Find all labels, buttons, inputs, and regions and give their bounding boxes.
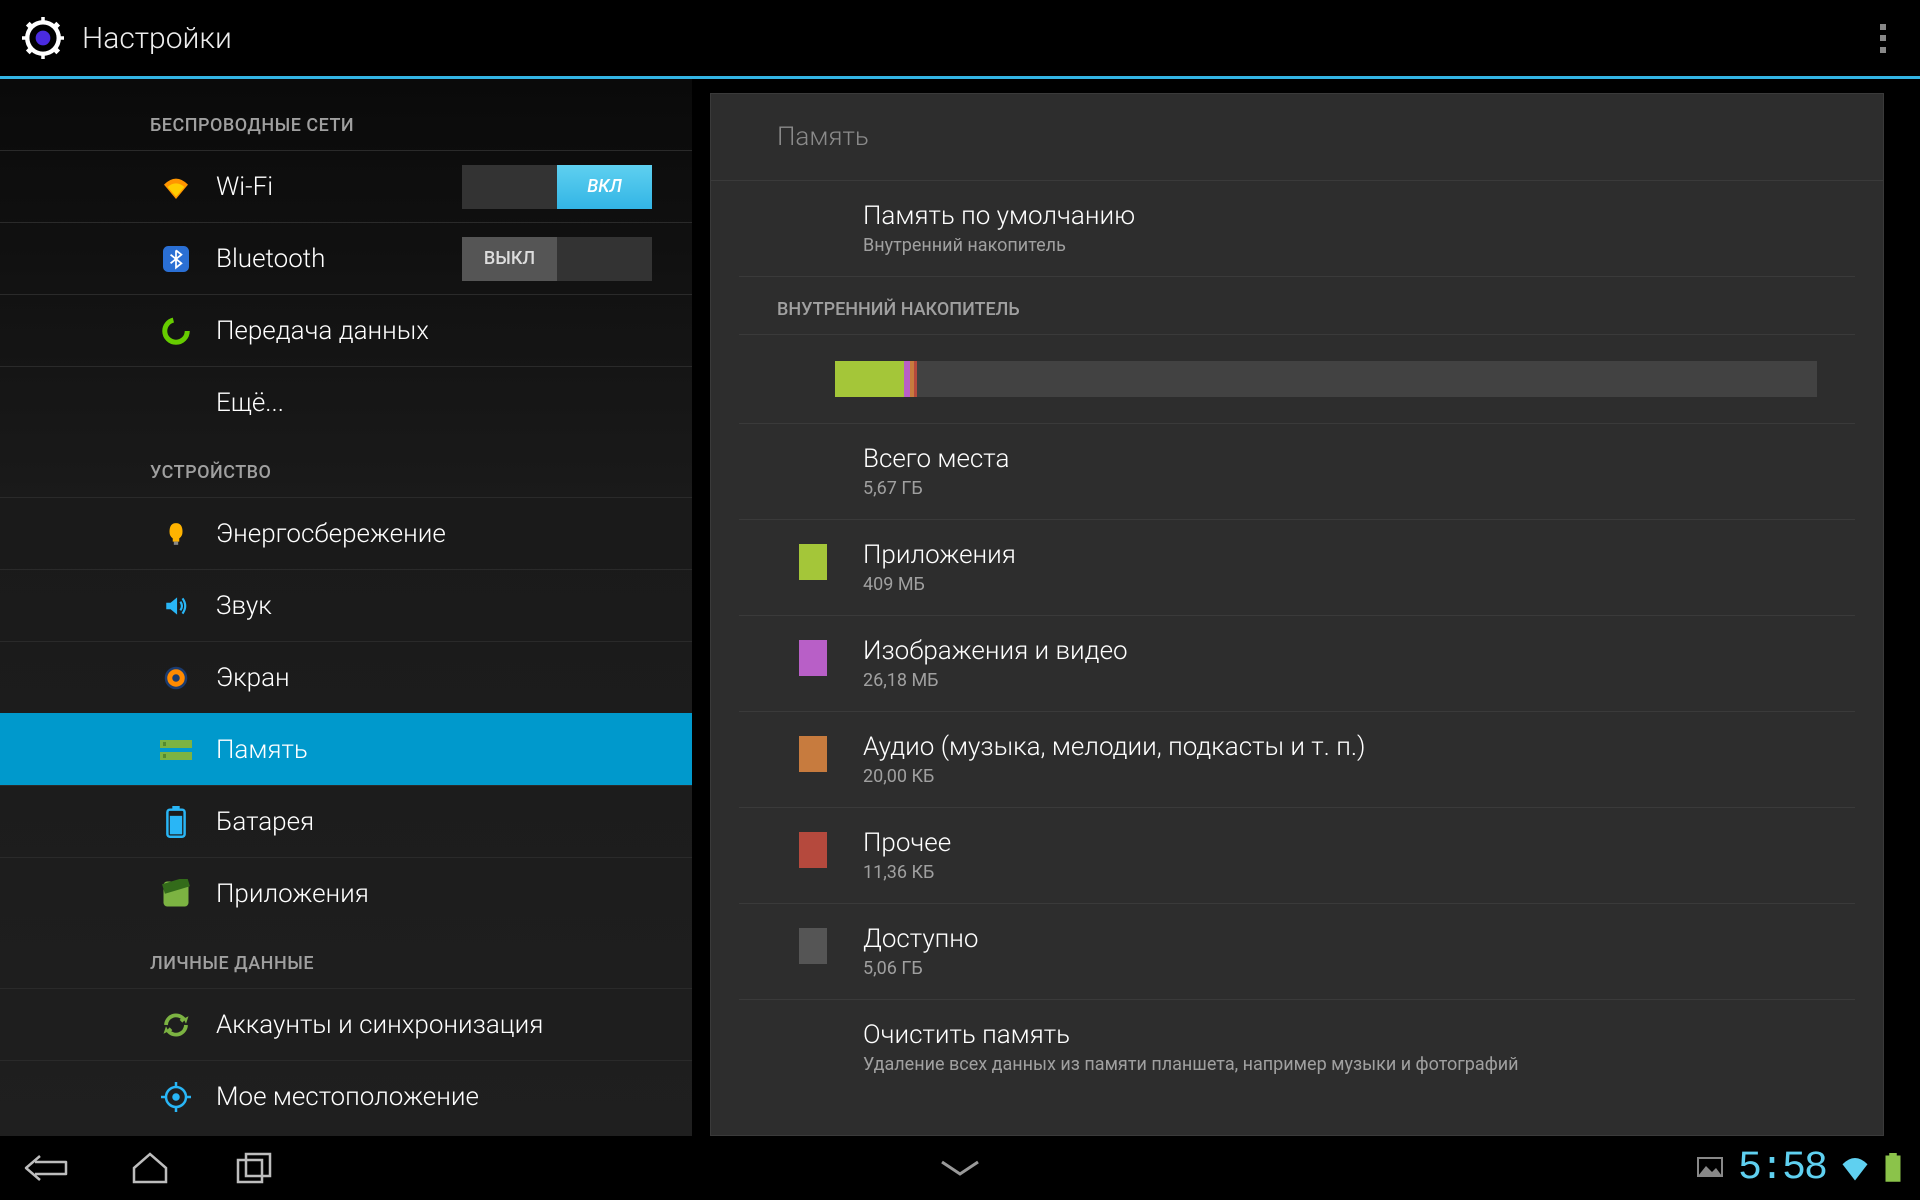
pref-apps-space[interactable]: Приложения 409 МБ	[739, 520, 1855, 616]
more-icon	[160, 387, 192, 419]
wifi-label: Wi-Fi	[216, 172, 273, 202]
display-label: Экран	[216, 663, 290, 693]
action-bar: Настройки	[0, 0, 1920, 76]
storage-icon	[160, 734, 192, 766]
battery-label: Батарея	[216, 807, 314, 837]
status-clock: 5:58	[1738, 1146, 1826, 1191]
sidebar-item-storage[interactable]: Память	[0, 713, 692, 785]
misc-space-value: 11,36 КБ	[863, 862, 951, 883]
recents-button[interactable]	[226, 1148, 282, 1188]
pref-default-storage[interactable]: Память по умолчанию Внутренний накопител…	[739, 181, 1855, 277]
pref-pics-space[interactable]: Изображения и видео 26,18 МБ	[739, 616, 1855, 712]
detail-pane: Память Память по умолчанию Внутренний на…	[692, 79, 1920, 1136]
screenshot-icon	[1696, 1156, 1724, 1180]
sidebar-item-accounts[interactable]: Аккаунты и синхронизация	[0, 988, 692, 1060]
category-personal: ЛИЧНЫЕ ДАННЫЕ	[0, 929, 692, 988]
swatch-apps	[799, 544, 827, 580]
sidebar-item-battery[interactable]: Батарея	[0, 785, 692, 857]
available-value: 5,06 ГБ	[863, 958, 979, 979]
wifi-status-icon	[1840, 1155, 1870, 1181]
section-internal-storage: ВНУТРЕННИЙ НАКОПИТЕЛЬ	[739, 277, 1855, 335]
home-button[interactable]	[122, 1148, 178, 1188]
bluetooth-label: Bluetooth	[216, 244, 325, 274]
wifi-icon	[160, 171, 192, 203]
data-usage-icon	[160, 315, 192, 347]
default-storage-sub: Внутренний накопитель	[863, 235, 1135, 256]
pics-space-value: 26,18 МБ	[863, 670, 1128, 691]
power-label: Энергосбережение	[216, 519, 446, 549]
system-tray[interactable]: 5:58	[1696, 1146, 1902, 1191]
location-label: Мое местоположение	[216, 1082, 479, 1112]
wifi-toggle[interactable]: ВКЛ	[462, 165, 652, 209]
sidebar-item-location[interactable]: Мое местоположение	[0, 1060, 692, 1132]
default-storage-title: Память по умолчанию	[863, 201, 1135, 231]
app-title: Настройки	[82, 21, 232, 56]
sync-icon	[160, 1009, 192, 1041]
erase-sub: Удаление всех данных из памяти планшета,…	[863, 1054, 1519, 1075]
swatch-available	[799, 928, 827, 964]
total-space-title: Всего места	[863, 444, 1009, 474]
system-nav-bar: 5:58	[0, 1136, 1920, 1200]
pref-total-space[interactable]: Всего места 5,67 ГБ	[739, 424, 1855, 520]
settings-gear-icon	[22, 17, 64, 59]
sidebar-item-bluetooth[interactable]: Bluetooth ВЫКЛ	[0, 222, 692, 294]
audio-space-title: Аудио (музыка, мелодии, подкасты и т. п.…	[863, 732, 1366, 762]
accounts-label: Аккаунты и синхронизация	[216, 1010, 543, 1040]
erase-title: Очистить память	[863, 1020, 1519, 1050]
pref-available-space[interactable]: Доступно 5,06 ГБ	[739, 904, 1855, 1000]
apps-label: Приложения	[216, 879, 369, 909]
settings-sidebar[interactable]: БЕСПРОВОДНЫЕ СЕТИ Wi-Fi ВКЛ Bluetooth ВЫ…	[0, 79, 692, 1136]
sidebar-item-apps[interactable]: Приложения	[0, 857, 692, 929]
total-space-value: 5,67 ГБ	[863, 478, 1009, 499]
swatch-misc	[799, 832, 827, 868]
more-label: Ещё...	[216, 388, 284, 418]
speaker-icon	[160, 590, 192, 622]
sidebar-item-sound[interactable]: Звук	[0, 569, 692, 641]
storage-usage-bar	[835, 361, 1817, 397]
bar-segment-misc	[914, 361, 918, 397]
pref-audio-space[interactable]: Аудио (музыка, мелодии, подкасты и т. п.…	[739, 712, 1855, 808]
sidebar-item-display[interactable]: Экран	[0, 641, 692, 713]
bluetooth-icon	[160, 243, 192, 275]
overflow-menu-button[interactable]	[1868, 18, 1898, 58]
apps-icon	[160, 878, 192, 910]
apps-space-value: 409 МБ	[863, 574, 1016, 595]
breadcrumb: Память	[711, 94, 1883, 181]
battery-icon	[160, 806, 192, 838]
swatch-audio	[799, 736, 827, 772]
category-device: УСТРОЙСТВО	[0, 438, 692, 497]
bulb-icon	[160, 518, 192, 550]
expand-handle-icon[interactable]	[936, 1158, 984, 1178]
category-wireless: БЕСПРОВОДНЫЕ СЕТИ	[0, 91, 692, 150]
storage-content[interactable]: Память по умолчанию Внутренний накопител…	[711, 181, 1883, 1132]
data-usage-label: Передача данных	[216, 316, 429, 346]
available-title: Доступно	[863, 924, 979, 954]
sidebar-item-more[interactable]: Ещё...	[0, 366, 692, 438]
swatch-pics	[799, 640, 827, 676]
storage-label: Память	[216, 735, 308, 765]
back-button[interactable]	[18, 1148, 74, 1188]
bar-segment-apps	[835, 361, 904, 397]
location-icon	[160, 1081, 192, 1113]
battery-status-icon	[1884, 1153, 1902, 1183]
sound-label: Звук	[216, 591, 272, 621]
bluetooth-toggle[interactable]: ВЫКЛ	[462, 237, 652, 281]
pref-erase-storage[interactable]: Очистить память Удаление всех данных из …	[739, 1000, 1855, 1095]
sidebar-item-data-usage[interactable]: Передача данных	[0, 294, 692, 366]
apps-space-title: Приложения	[863, 540, 1016, 570]
misc-space-title: Прочее	[863, 828, 951, 858]
sidebar-item-power[interactable]: Энергосбережение	[0, 497, 692, 569]
pref-misc-space[interactable]: Прочее 11,36 КБ	[739, 808, 1855, 904]
pics-space-title: Изображения и видео	[863, 636, 1128, 666]
display-gear-icon	[160, 662, 192, 694]
sidebar-item-wifi[interactable]: Wi-Fi ВКЛ	[0, 150, 692, 222]
audio-space-value: 20,00 КБ	[863, 766, 1366, 787]
